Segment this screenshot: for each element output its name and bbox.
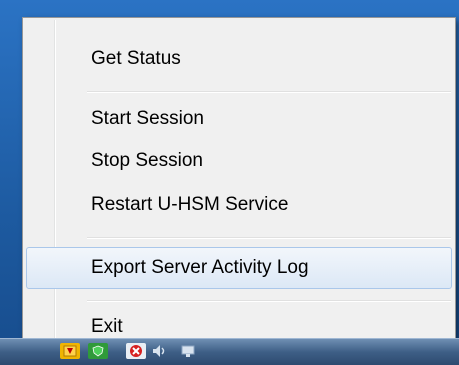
ticket-app-icon[interactable] [60,343,80,359]
menu-item-label: Export Server Activity Log [91,257,309,278]
menu-item-export-activity-log[interactable]: Export Server Activity Log [26,247,452,289]
menu-item-stop-session[interactable]: Stop Session [26,140,452,182]
menu-item-label: Restart U-HSM Service [91,194,289,215]
menu-item-start-session[interactable]: Start Session [26,98,452,140]
menu-item-label: Stop Session [91,150,203,171]
menu-item-label: Exit [91,316,123,337]
network-icon[interactable] [178,343,198,359]
speaker-icon[interactable] [150,343,170,359]
green-shield-icon[interactable] [88,343,108,359]
menu-separator [87,300,451,302]
menu-separator [87,237,451,239]
menu-item-label: Get Status [91,48,181,69]
menu-item-restart-service[interactable]: Restart U-HSM Service [26,184,452,226]
menu-item-get-status[interactable]: Get Status [26,38,452,80]
menu-separator [87,91,451,93]
context-menu: Get Status Start Session Stop Session Re… [22,17,456,347]
red-x-icon[interactable] [126,343,146,359]
menu-item-label: Start Session [91,108,204,129]
